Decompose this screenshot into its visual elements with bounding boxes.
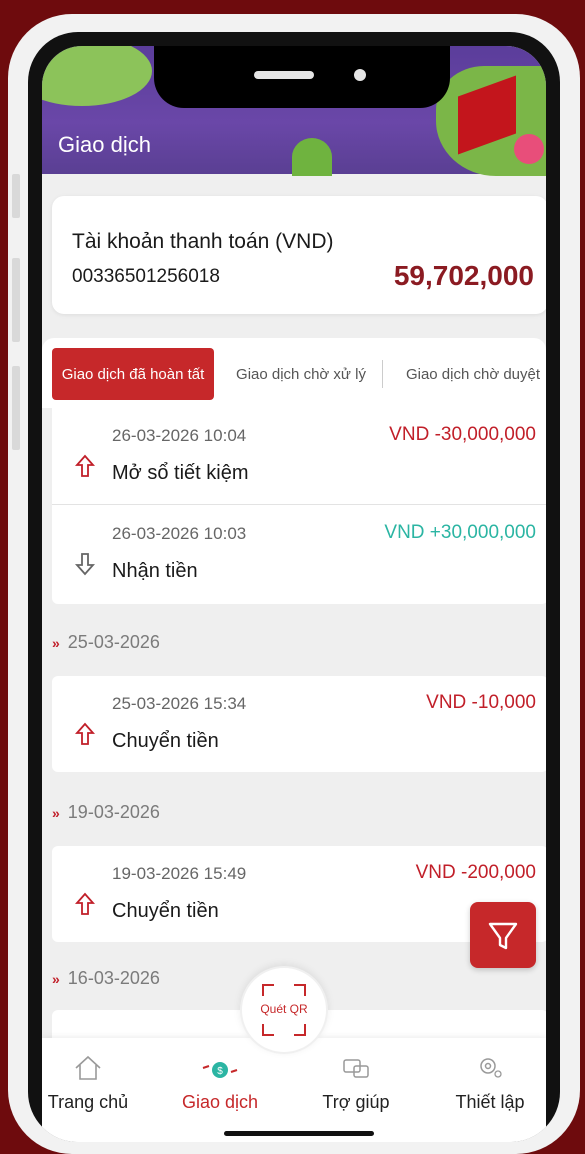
tab-awaiting-approval[interactable]: Giao dịch chờ duyệt (398, 348, 546, 400)
transaction-time: 19-03-2026 15:49 (112, 864, 247, 883)
outgoing-arrow-icon (74, 892, 96, 915)
filter-button[interactable] (470, 902, 536, 968)
nav-label: Trang chủ (47, 1092, 129, 1112)
account-type: Tài khoản thanh toán (VND) (72, 230, 334, 253)
qr-frame-corner (262, 984, 274, 996)
home-indicator (224, 1131, 374, 1136)
app-screen: Giao dịch Tài khoản thanh toán (VND) 003… (42, 46, 546, 1142)
front-camera (354, 69, 366, 81)
volume-down-button (12, 366, 20, 450)
nav-home[interactable]: Trang chủ (42, 1048, 148, 1113)
transaction-description: Chuyển tiền (112, 900, 219, 922)
transaction-row[interactable]: 26-03-2026 10:04 VND -30,000,000 Mở sổ t… (52, 408, 546, 502)
outgoing-arrow-icon (74, 454, 96, 477)
transaction-group: 25-03-2026 15:34 VND -10,000 Chuyển tiền (52, 676, 546, 772)
decor-flower (514, 134, 544, 164)
home-icon (75, 1055, 101, 1080)
transaction-row[interactable]: 25-03-2026 15:34 VND -10,000 Chuyển tiền (52, 676, 546, 770)
transaction-amount: VND -30,000,000 (389, 424, 536, 445)
double-chevron-icon: » (52, 971, 60, 987)
volume-up-button (12, 258, 20, 342)
mute-switch (12, 174, 20, 218)
outgoing-arrow-icon (74, 722, 96, 745)
transaction-time: 26-03-2026 10:03 (112, 524, 247, 543)
scan-qr-label: Quét QR (260, 1002, 308, 1016)
account-balance: 59,702,000 (393, 260, 534, 291)
nav-label: Thiết lập (455, 1092, 525, 1112)
group-date: 16-03-2026 (67, 968, 160, 988)
nav-label: Trợ giúp (322, 1092, 390, 1112)
qr-frame-corner (294, 1024, 306, 1036)
nav-label: Giao dịch (181, 1092, 259, 1112)
transaction-tabs: Giao dịch đã hoàn tất Giao dịch chờ xử l… (42, 338, 546, 408)
speaker (254, 71, 314, 79)
page-title: Giao dịch (58, 132, 151, 157)
group-date: 19-03-2026 (67, 802, 160, 822)
svg-text:$: $ (217, 1066, 223, 1077)
account-number: 00336501256018 (72, 266, 220, 287)
transaction-amount: VND -10,000 (426, 692, 536, 713)
date-header: » 19-03-2026 (52, 802, 160, 823)
transaction-amount: VND -200,000 (415, 862, 536, 883)
transaction-time: 25-03-2026 15:34 (112, 694, 247, 713)
decor-leaf (292, 138, 332, 176)
nav-transactions[interactable]: $ Giao dịch (160, 1048, 280, 1113)
transaction-description: Mở sổ tiết kiệm (112, 462, 249, 484)
phone-frame: Giao dịch Tài khoản thanh toán (VND) 003… (8, 14, 580, 1154)
scan-qr-button[interactable]: Quét QR (240, 966, 328, 1054)
bottom-navigation: Trang chủ $ Giao dịch Trợ giúp Thiết lập (42, 1038, 546, 1142)
phone-bezel: Giao dịch Tài khoản thanh toán (VND) 003… (28, 32, 560, 1142)
nav-settings[interactable]: Thiết lập (430, 1048, 546, 1113)
nav-help[interactable]: Trợ giúp (296, 1048, 416, 1113)
transaction-row[interactable]: 26-03-2026 10:03 VND +30,000,000 Nhận ti… (52, 506, 546, 600)
tab-completed[interactable]: Giao dịch đã hoàn tất (52, 348, 214, 400)
transaction-description: Nhận tiền (112, 560, 198, 582)
group-date: 25-03-2026 (67, 632, 160, 652)
incoming-arrow-icon (74, 553, 96, 576)
transaction-amount: VND +30,000,000 (384, 522, 536, 543)
date-header: » 16-03-2026 (52, 968, 160, 989)
transactions-icon: $ (202, 1062, 238, 1078)
tab-separator (382, 360, 383, 388)
notch (154, 46, 450, 108)
qr-frame-corner (262, 1024, 274, 1036)
settings-icon (480, 1058, 502, 1078)
account-card[interactable]: Tài khoản thanh toán (VND) 0033650125601… (52, 196, 546, 314)
tab-pending[interactable]: Giao dịch chờ xử lý (226, 348, 376, 400)
help-chat-icon (343, 1059, 369, 1078)
qr-frame-corner (294, 984, 306, 996)
transaction-time: 26-03-2026 10:04 (112, 426, 247, 445)
double-chevron-icon: » (52, 635, 60, 651)
date-header: » 25-03-2026 (52, 632, 160, 653)
transaction-group: 26-03-2026 10:04 VND -30,000,000 Mở sổ t… (52, 408, 546, 604)
double-chevron-icon: » (52, 805, 60, 821)
filter-icon (488, 922, 518, 950)
row-divider (52, 504, 546, 505)
decor-hill (42, 46, 152, 106)
transaction-description: Chuyển tiền (112, 730, 219, 752)
